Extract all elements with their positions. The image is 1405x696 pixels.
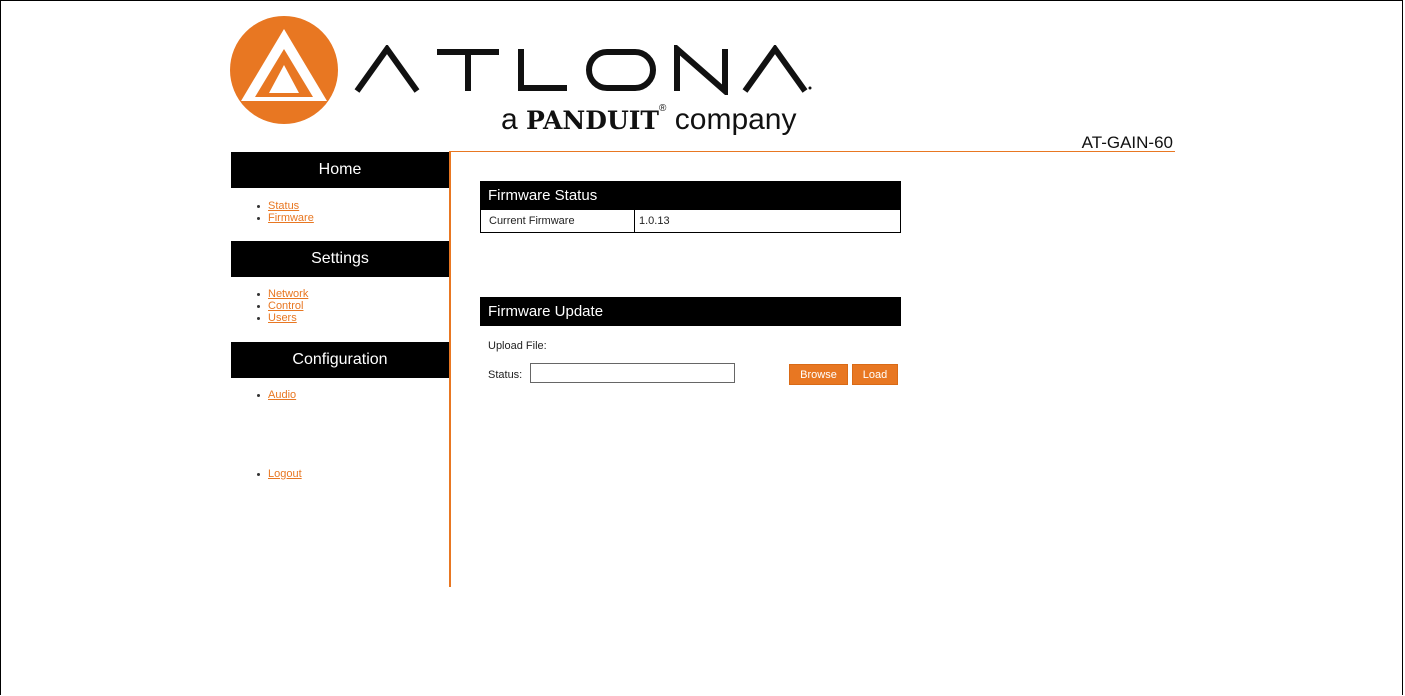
nav-header-configuration: Configuration <box>231 342 449 378</box>
sidebar-item-audio: Audio <box>257 389 296 401</box>
registered-mark: ® <box>659 103 667 114</box>
browse-button[interactable]: Browse <box>789 364 848 385</box>
tagline-suffix: company <box>674 103 797 136</box>
sidebar-item-firmware: Firmware <box>257 212 314 224</box>
firmware-status-header: Firmware Status <box>480 181 901 210</box>
firmware-update-header: Firmware Update <box>480 297 901 326</box>
current-firmware-label: Current Firmware <box>481 210 635 232</box>
nav-list-settings: Network Control Users <box>257 288 308 324</box>
firmware-status-table: Current Firmware 1.0.13 <box>480 210 901 233</box>
logout-link[interactable]: Logout <box>268 468 302 480</box>
nav-list-home: Status Firmware <box>257 200 314 224</box>
audio-link[interactable]: Audio <box>268 389 296 401</box>
network-link[interactable]: Network <box>268 288 308 300</box>
sidebar-item-status: Status <box>257 200 314 212</box>
nav-list-configuration: Audio <box>257 389 296 401</box>
firmware-link[interactable]: Firmware <box>268 212 314 224</box>
upload-status-label: Status: <box>488 369 523 381</box>
atlona-wordmark <box>354 45 812 95</box>
bullet-icon <box>257 393 260 397</box>
sidebar-item-users: Users <box>257 312 308 324</box>
upload-status-field[interactable] <box>530 363 735 383</box>
bullet-icon <box>257 204 260 208</box>
panduit-brand: PANDUIT <box>526 106 660 135</box>
nav-list-logout: Logout <box>257 468 302 480</box>
bullet-icon <box>257 292 260 296</box>
current-firmware-value: 1.0.13 <box>639 215 670 227</box>
page: a PANDUIT® company AT-GAIN-60 Home Statu… <box>0 0 1403 695</box>
nav-header-settings: Settings <box>231 241 449 277</box>
nav-header-home: Home <box>231 152 449 188</box>
upload-file-label: Upload File: <box>488 340 547 352</box>
tagline: a PANDUIT® company <box>501 103 797 137</box>
bullet-icon <box>257 316 260 320</box>
sidebar-item-network: Network <box>257 288 308 300</box>
sidebar-divider <box>449 151 451 587</box>
sidebar-item-logout: Logout <box>257 468 302 480</box>
model-name: AT-GAIN-60 <box>1081 133 1173 152</box>
bullet-icon <box>257 216 260 220</box>
atlona-logo-icon <box>230 16 338 124</box>
header-divider <box>451 151 1175 152</box>
sidebar-item-control: Control <box>257 300 308 312</box>
load-button[interactable]: Load <box>852 364 898 385</box>
control-link[interactable]: Control <box>268 300 303 312</box>
users-link[interactable]: Users <box>268 312 297 324</box>
tagline-prefix: a <box>501 103 518 136</box>
bullet-icon <box>257 472 260 476</box>
status-link[interactable]: Status <box>268 200 299 212</box>
bullet-icon <box>257 304 260 308</box>
